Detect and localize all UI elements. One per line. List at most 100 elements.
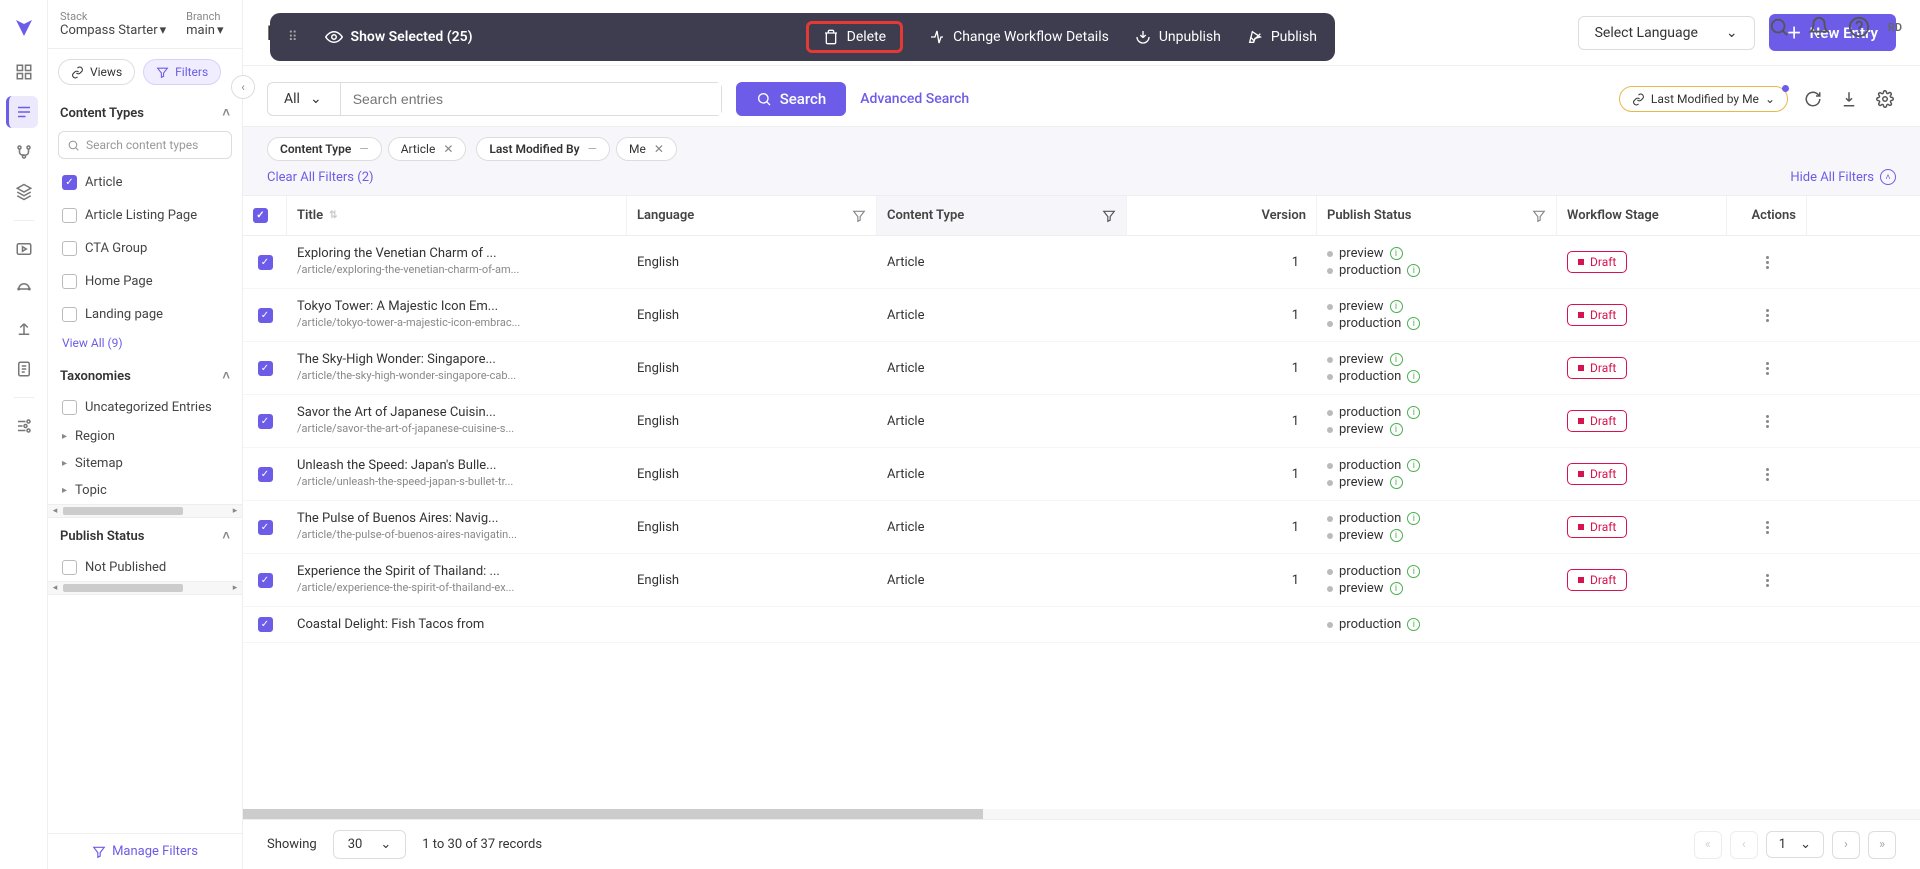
row-checkbox[interactable]: ✓ [258, 520, 273, 535]
row-actions-menu[interactable] [1766, 256, 1769, 269]
table-row[interactable]: ✓ Experience the Spirit of Thailand: ...… [243, 554, 1920, 607]
brand-logo-icon[interactable] [12, 16, 36, 40]
stack-selector[interactable]: Stack Compass Starter▾ [60, 10, 166, 38]
content-type-item[interactable]: Landing page [58, 301, 232, 328]
content-type-item[interactable]: ✓Article [58, 169, 232, 196]
content-type-item[interactable]: Home Page [58, 268, 232, 295]
table-row[interactable]: ✓ Savor the Art of Japanese Cuisin.../ar… [243, 395, 1920, 448]
info-icon[interactable]: i [1407, 512, 1420, 525]
info-icon[interactable]: i [1390, 423, 1403, 436]
manage-filters-button[interactable]: Manage Filters [48, 833, 242, 869]
row-title-cell[interactable]: The Pulse of Buenos Aires: Navig.../arti… [287, 501, 627, 553]
rail-entries[interactable] [6, 96, 38, 128]
rail-branches[interactable] [8, 136, 40, 168]
rail-releases[interactable] [8, 273, 40, 305]
rail-publish[interactable] [8, 313, 40, 345]
checkbox-icon[interactable] [62, 208, 77, 223]
row-title-cell[interactable]: Exploring the Venetian Charm of .../arti… [287, 236, 627, 288]
taxonomy-item[interactable]: ▸Region [58, 423, 232, 450]
next-page-button[interactable]: › [1832, 831, 1860, 859]
remove-icon[interactable]: ✕ [654, 142, 664, 156]
show-selected-button[interactable]: Show Selected (25) [325, 28, 473, 46]
row-checkbox[interactable]: ✓ [258, 573, 273, 588]
row-checkbox[interactable]: ✓ [258, 308, 273, 323]
th-publish-status[interactable]: Publish Status [1317, 196, 1557, 235]
filters-chip[interactable]: Filters [143, 59, 221, 85]
checkbox-icon[interactable] [62, 307, 77, 322]
refresh-button[interactable] [1802, 88, 1824, 110]
table-row[interactable]: ✓ Tokyo Tower: A Majestic Icon Em.../art… [243, 289, 1920, 342]
hide-filters-link[interactable]: Hide All Filters ˄ [1790, 169, 1896, 185]
table-row[interactable]: ✓ Coastal Delight: Fish Tacos from produ… [243, 607, 1920, 643]
info-icon[interactable]: i [1407, 264, 1420, 277]
last-page-button[interactable]: » [1868, 831, 1896, 859]
row-checkbox[interactable]: ✓ [258, 467, 273, 482]
filter-icon[interactable] [1102, 209, 1116, 223]
rail-media[interactable] [8, 233, 40, 265]
row-title-cell[interactable]: The Sky-High Wonder: Singapore.../articl… [287, 342, 627, 394]
row-title-cell[interactable]: Unleash the Speed: Japan's Bulle.../arti… [287, 448, 627, 500]
branch-selector[interactable]: Branch main▾ [186, 10, 223, 38]
clear-filters-link[interactable]: Clear All Filters (2) [267, 170, 374, 185]
uncategorized-item[interactable]: Uncategorized Entries [58, 394, 232, 421]
th-content-type[interactable]: Content Type [877, 196, 1127, 235]
rail-settings[interactable] [8, 410, 40, 442]
row-title-cell[interactable]: Tokyo Tower: A Majestic Icon Em.../artic… [287, 289, 627, 341]
drag-grip-icon[interactable]: ⠿ [288, 30, 299, 45]
row-title-cell[interactable]: Savor the Art of Japanese Cuisin.../arti… [287, 395, 627, 447]
search-button[interactable]: Search [736, 82, 847, 116]
checkbox-icon[interactable] [62, 400, 77, 415]
per-page-select[interactable]: 30 ⌄ [333, 830, 407, 859]
row-checkbox[interactable]: ✓ [258, 414, 273, 429]
row-actions-menu[interactable] [1766, 415, 1769, 428]
publish-status-heading[interactable]: Publish Status ˄ [48, 518, 242, 554]
taxonomy-item[interactable]: ▸Topic [58, 477, 232, 504]
not-published-item[interactable]: Not Published [58, 554, 232, 581]
info-icon[interactable]: i [1390, 353, 1403, 366]
delete-button[interactable]: Delete [806, 21, 903, 53]
checkbox-icon[interactable]: ✓ [62, 175, 77, 190]
last-modified-filter[interactable]: Last Modified by Me ⌄ [1619, 86, 1788, 112]
view-all-link[interactable]: View All (9) [48, 328, 242, 358]
table-row[interactable]: ✓ The Sky-High Wonder: Singapore.../arti… [243, 342, 1920, 395]
table-horizontal-scrollbar[interactable] [243, 809, 1920, 819]
checkbox-icon[interactable] [62, 274, 77, 289]
info-icon[interactable]: i [1407, 370, 1420, 383]
info-icon[interactable]: i [1407, 406, 1420, 419]
table-row[interactable]: ✓ Exploring the Venetian Charm of .../ar… [243, 236, 1920, 289]
views-chip[interactable]: Views [58, 59, 135, 85]
row-actions-menu[interactable] [1766, 309, 1769, 322]
row-actions-menu[interactable] [1766, 362, 1769, 375]
info-icon[interactable]: i [1407, 459, 1420, 472]
filter-chip-value[interactable]: Me✕ [616, 137, 677, 161]
scope-dropdown[interactable]: All ⌄ [268, 83, 341, 115]
row-checkbox[interactable]: ✓ [258, 617, 273, 632]
publish-button[interactable]: Publish [1247, 29, 1317, 45]
settings-button[interactable] [1874, 88, 1896, 110]
info-icon[interactable]: i [1390, 476, 1403, 489]
th-language[interactable]: Language [627, 196, 877, 235]
row-checkbox[interactable]: ✓ [258, 361, 273, 376]
filter-chip-value[interactable]: Article✕ [388, 137, 467, 161]
user-avatar[interactable]: RD [1888, 21, 1902, 34]
row-title-cell[interactable]: Coastal Delight: Fish Tacos from [287, 607, 627, 642]
bell-icon-button[interactable] [1808, 16, 1830, 38]
content-type-item[interactable]: Article Listing Page [58, 202, 232, 229]
rail-dashboard[interactable] [8, 56, 40, 88]
filter-chip[interactable]: Content Type— [267, 137, 382, 161]
taxonomy-item[interactable]: ▸Sitemap [58, 450, 232, 477]
content-type-item[interactable]: CTA Group [58, 235, 232, 262]
collapse-sidebar-button[interactable]: ‹ [231, 75, 255, 99]
sidebar-scrollbar[interactable]: ◂▸ [48, 581, 242, 595]
search-icon-button[interactable] [1768, 16, 1790, 38]
th-version[interactable]: Version [1127, 196, 1317, 235]
row-actions-menu[interactable] [1766, 468, 1769, 481]
info-icon[interactable]: i [1390, 300, 1403, 313]
row-actions-menu[interactable] [1766, 521, 1769, 534]
info-icon[interactable]: i [1407, 317, 1420, 330]
taxonomies-heading[interactable]: Taxonomies ˄ [48, 358, 242, 394]
prev-page-button[interactable]: ‹ [1730, 831, 1758, 859]
table-row[interactable]: ✓ Unleash the Speed: Japan's Bulle.../ar… [243, 448, 1920, 501]
checkbox-icon[interactable] [62, 241, 77, 256]
info-icon[interactable]: i [1407, 565, 1420, 578]
